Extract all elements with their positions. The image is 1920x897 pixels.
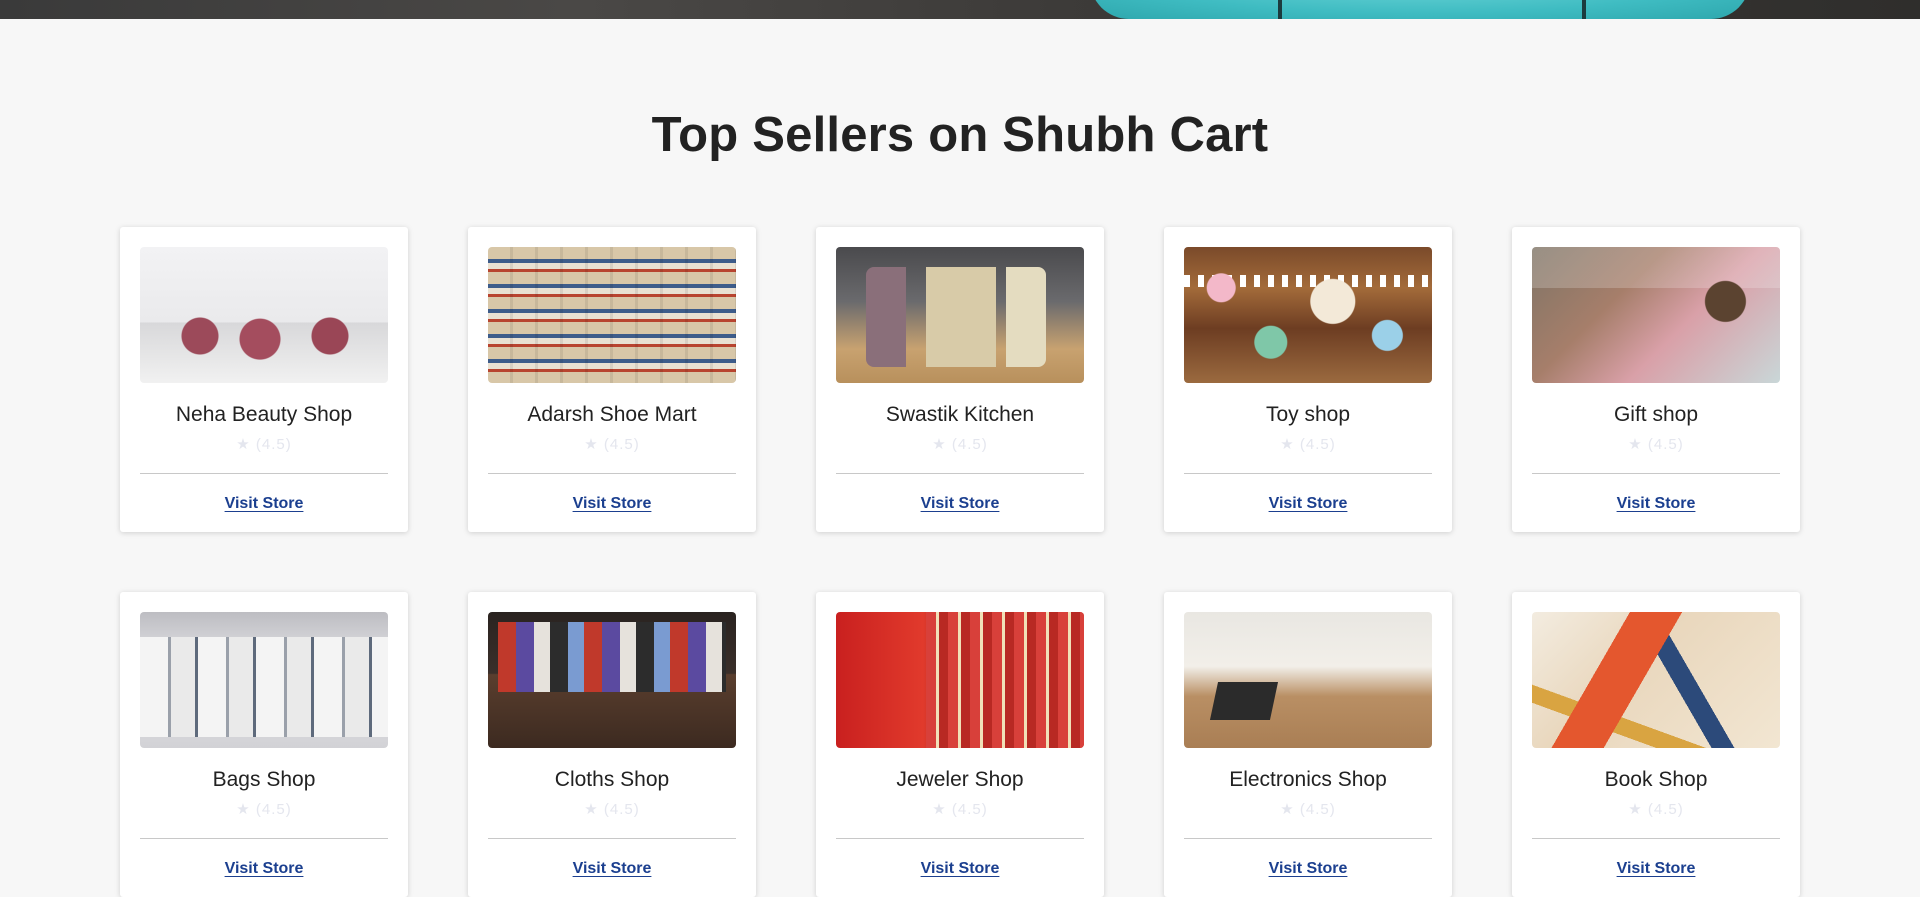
store-name: Swastik Kitchen (885, 403, 1035, 426)
store-card: Electronics Shop ★ (4.5) Visit Store (1164, 592, 1452, 897)
store-rating: ★ (4.5) (1164, 435, 1452, 453)
rating-value: (4.5) (951, 801, 988, 818)
store-rating: ★ (4.5) (1512, 800, 1800, 818)
store-card: Adarsh Shoe Mart ★ (4.5) Visit Store (468, 227, 756, 532)
visit-store-link[interactable]: Visit Store (921, 860, 1000, 877)
visit-store-link[interactable]: Visit Store (1269, 495, 1348, 512)
visit-store-link[interactable]: Visit Store (225, 495, 304, 512)
card-divider (1532, 838, 1780, 839)
store-rating: ★ (4.5) (120, 800, 408, 818)
visit-store-link[interactable]: Visit Store (225, 860, 304, 877)
store-name: Electronics Shop (1229, 768, 1387, 791)
store-card: Cloths Shop ★ (4.5) Visit Store (468, 592, 756, 897)
store-name: Toy shop (1265, 403, 1351, 426)
store-rating: ★ (4.5) (468, 800, 756, 818)
store-image[interactable] (1532, 247, 1780, 383)
hero-detail (1278, 0, 1282, 19)
store-card: Gift shop ★ (4.5) Visit Store (1512, 227, 1800, 532)
store-card: Toy shop ★ (4.5) Visit Store (1164, 227, 1452, 532)
star-icon: ★ (1280, 436, 1295, 453)
rating-value: (4.5) (1647, 436, 1684, 453)
visit-store-link[interactable]: Visit Store (1269, 860, 1348, 877)
rating-value: (4.5) (1647, 801, 1684, 818)
store-name: Gift shop (1613, 403, 1699, 426)
visit-store-link[interactable]: Visit Store (1617, 860, 1696, 877)
section-title: Top Sellers on Shubh Cart (651, 108, 1269, 162)
card-divider (140, 838, 388, 839)
star-icon: ★ (932, 436, 947, 453)
rating-value: (4.5) (255, 801, 292, 818)
visit-store-link[interactable]: Visit Store (573, 860, 652, 877)
rating-value: (4.5) (1299, 801, 1336, 818)
store-card: Jeweler Shop ★ (4.5) Visit Store (816, 592, 1104, 897)
store-rating: ★ (4.5) (1512, 435, 1800, 453)
store-image[interactable] (1184, 247, 1432, 383)
hero-detail (1582, 0, 1586, 19)
store-name: Bags Shop (212, 768, 316, 791)
rating-value: (4.5) (951, 436, 988, 453)
rating-value: (4.5) (255, 436, 292, 453)
store-image[interactable] (140, 612, 388, 748)
card-divider (488, 838, 736, 839)
store-rating: ★ (4.5) (120, 435, 408, 453)
rating-value: (4.5) (1299, 436, 1336, 453)
store-image[interactable] (140, 247, 388, 383)
store-image[interactable] (1532, 612, 1780, 748)
store-name: Jeweler Shop (896, 768, 1024, 791)
star-icon: ★ (584, 436, 599, 453)
store-image[interactable] (488, 612, 736, 748)
rating-value: (4.5) (603, 801, 640, 818)
rating-value: (4.5) (603, 436, 640, 453)
store-card: Bags Shop ★ (4.5) Visit Store (120, 592, 408, 897)
card-divider (488, 473, 736, 474)
store-name: Adarsh Shoe Mart (527, 403, 697, 426)
store-card: Book Shop ★ (4.5) Visit Store (1512, 592, 1800, 897)
store-name: Book Shop (1604, 768, 1708, 791)
store-image[interactable] (836, 247, 1084, 383)
star-icon: ★ (584, 801, 599, 818)
store-rating: ★ (4.5) (816, 435, 1104, 453)
store-name: Cloths Shop (554, 768, 670, 791)
store-image[interactable] (488, 247, 736, 383)
visit-store-link[interactable]: Visit Store (1617, 495, 1696, 512)
star-icon: ★ (236, 436, 251, 453)
card-divider (836, 473, 1084, 474)
star-icon: ★ (1628, 436, 1643, 453)
store-rating: ★ (4.5) (1164, 800, 1452, 818)
store-rating: ★ (4.5) (816, 800, 1104, 818)
store-card: Neha Beauty Shop ★ (4.5) Visit Store (120, 227, 408, 532)
store-image[interactable] (836, 612, 1084, 748)
star-icon: ★ (1628, 801, 1643, 818)
store-rating: ★ (4.5) (468, 435, 756, 453)
card-divider (1184, 838, 1432, 839)
store-name: Neha Beauty Shop (175, 403, 353, 426)
star-icon: ★ (236, 801, 251, 818)
hero-banner-strip (0, 0, 1920, 19)
card-divider (140, 473, 388, 474)
star-icon: ★ (932, 801, 947, 818)
hero-image (1090, 0, 1750, 19)
card-divider (1532, 473, 1780, 474)
store-image[interactable] (1184, 612, 1432, 748)
store-card: Swastik Kitchen ★ (4.5) Visit Store (816, 227, 1104, 532)
star-icon: ★ (1280, 801, 1295, 818)
visit-store-link[interactable]: Visit Store (573, 495, 652, 512)
visit-store-link[interactable]: Visit Store (921, 495, 1000, 512)
card-divider (836, 838, 1084, 839)
card-divider (1184, 473, 1432, 474)
